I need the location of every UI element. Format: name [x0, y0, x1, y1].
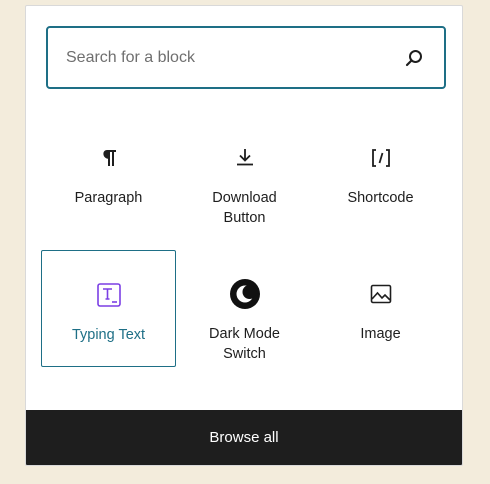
search-box[interactable] [46, 26, 446, 89]
block-typing-text[interactable]: Typing Text [41, 250, 176, 367]
block-label: Paragraph [74, 190, 143, 206]
block-dark-mode-switch[interactable]: Dark Mode Switch [177, 250, 312, 367]
shortcode-icon [365, 142, 397, 174]
search-input[interactable] [66, 40, 386, 76]
block-download-button[interactable]: Download Button [177, 114, 312, 231]
block-label: Download Button [212, 190, 277, 226]
browse-all-label: Browse all [209, 429, 279, 446]
block-paragraph[interactable]: Paragraph [41, 114, 176, 231]
browse-all-button[interactable]: Browse all [26, 410, 462, 465]
block-label: Typing Text [71, 327, 146, 343]
download-icon [229, 142, 261, 174]
paragraph-icon [93, 142, 125, 174]
block-inserter-panel: Paragraph Download Button Shortcode [25, 5, 463, 466]
dark-mode-icon [229, 278, 261, 310]
block-label: Dark Mode Switch [209, 326, 280, 362]
block-shortcode[interactable]: Shortcode [313, 114, 448, 231]
typing-text-icon [93, 279, 125, 311]
block-label: Image [360, 326, 401, 342]
search-icon[interactable] [404, 48, 424, 68]
image-icon [365, 278, 397, 310]
block-label: Shortcode [347, 190, 414, 206]
block-image[interactable]: Image [313, 250, 448, 367]
